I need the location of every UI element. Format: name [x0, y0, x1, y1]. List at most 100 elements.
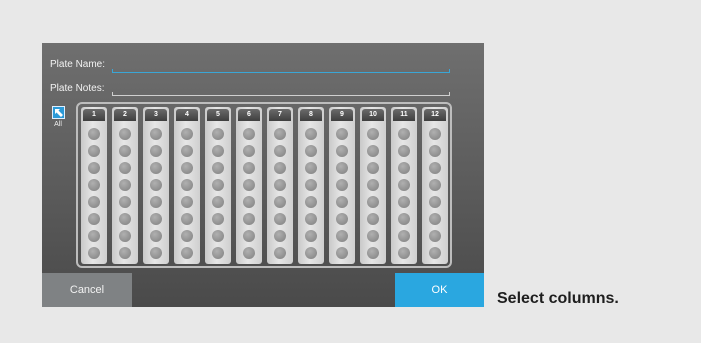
well — [150, 230, 162, 242]
well — [305, 179, 317, 191]
plate-column[interactable]: 10 — [360, 107, 386, 264]
well — [367, 247, 379, 259]
well — [243, 196, 255, 208]
well — [305, 213, 317, 225]
well — [181, 196, 193, 208]
plate-column[interactable]: 9 — [329, 107, 355, 264]
well — [305, 128, 317, 140]
plate-column[interactable]: 8 — [298, 107, 324, 264]
column-header[interactable]: 6 — [238, 109, 260, 121]
select-all-arrow-icon[interactable] — [51, 106, 65, 119]
well — [429, 162, 441, 174]
column-header[interactable]: 12 — [424, 109, 446, 121]
well — [429, 145, 441, 157]
well — [274, 162, 286, 174]
well — [305, 247, 317, 259]
well — [243, 179, 255, 191]
cancel-button[interactable]: Cancel — [42, 273, 132, 307]
well — [305, 145, 317, 157]
plate-name-input[interactable] — [112, 69, 450, 73]
well — [336, 196, 348, 208]
well — [212, 128, 224, 140]
plate-column[interactable]: 5 — [205, 107, 231, 264]
plate-dialog: Plate Name: Plate Notes: All 1 2 3 4 5 6 7 8 9 10… — [42, 43, 484, 307]
column-header[interactable]: 8 — [300, 109, 322, 121]
well — [181, 128, 193, 140]
well — [274, 179, 286, 191]
well — [398, 179, 410, 191]
plate-column[interactable]: 3 — [143, 107, 169, 264]
column-header[interactable]: 7 — [269, 109, 291, 121]
well — [336, 145, 348, 157]
column-header[interactable]: 10 — [362, 109, 384, 121]
plate-column[interactable]: 11 — [391, 107, 417, 264]
well — [398, 145, 410, 157]
column-header[interactable]: 9 — [331, 109, 353, 121]
well — [150, 179, 162, 191]
plate-notes-input[interactable] — [112, 92, 450, 96]
well — [212, 145, 224, 157]
well — [274, 213, 286, 225]
plate-column[interactable]: 2 — [112, 107, 138, 264]
well — [119, 128, 131, 140]
well — [212, 247, 224, 259]
well — [305, 162, 317, 174]
well — [212, 196, 224, 208]
select-all-control[interactable]: All — [50, 106, 66, 128]
well — [429, 230, 441, 242]
well — [429, 196, 441, 208]
well — [88, 230, 100, 242]
select-all-label: All — [54, 121, 62, 128]
well — [88, 128, 100, 140]
well — [88, 247, 100, 259]
well — [367, 230, 379, 242]
well — [88, 162, 100, 174]
well — [181, 247, 193, 259]
well — [212, 213, 224, 225]
well — [429, 128, 441, 140]
column-header[interactable]: 2 — [114, 109, 136, 121]
column-header[interactable]: 1 — [83, 109, 105, 121]
instruction-caption: Select columns. — [497, 290, 619, 307]
well — [119, 196, 131, 208]
column-header[interactable]: 3 — [145, 109, 167, 121]
well — [336, 213, 348, 225]
well — [181, 230, 193, 242]
well — [367, 128, 379, 140]
well — [274, 128, 286, 140]
well — [336, 230, 348, 242]
column-header[interactable]: 5 — [207, 109, 229, 121]
well — [398, 230, 410, 242]
plate-column[interactable]: 7 — [267, 107, 293, 264]
plate-column[interactable]: 4 — [174, 107, 200, 264]
plate-column[interactable]: 12 — [422, 107, 448, 264]
well — [429, 179, 441, 191]
well — [88, 213, 100, 225]
well — [336, 128, 348, 140]
plate-name-row: Plate Name: — [50, 59, 105, 70]
plate-column[interactable]: 1 — [81, 107, 107, 264]
well — [398, 213, 410, 225]
well — [336, 179, 348, 191]
well — [305, 230, 317, 242]
well — [150, 145, 162, 157]
ok-button[interactable]: OK — [395, 273, 484, 307]
well — [367, 162, 379, 174]
column-header[interactable]: 4 — [176, 109, 198, 121]
well — [150, 162, 162, 174]
well — [398, 196, 410, 208]
well — [181, 179, 193, 191]
well — [398, 247, 410, 259]
well — [429, 213, 441, 225]
column-header[interactable]: 11 — [393, 109, 415, 121]
well — [274, 230, 286, 242]
well — [119, 145, 131, 157]
well — [398, 162, 410, 174]
well — [150, 128, 162, 140]
plate-column[interactable]: 6 — [236, 107, 262, 264]
well — [119, 247, 131, 259]
well — [243, 128, 255, 140]
well — [367, 196, 379, 208]
well — [181, 213, 193, 225]
well — [243, 247, 255, 259]
